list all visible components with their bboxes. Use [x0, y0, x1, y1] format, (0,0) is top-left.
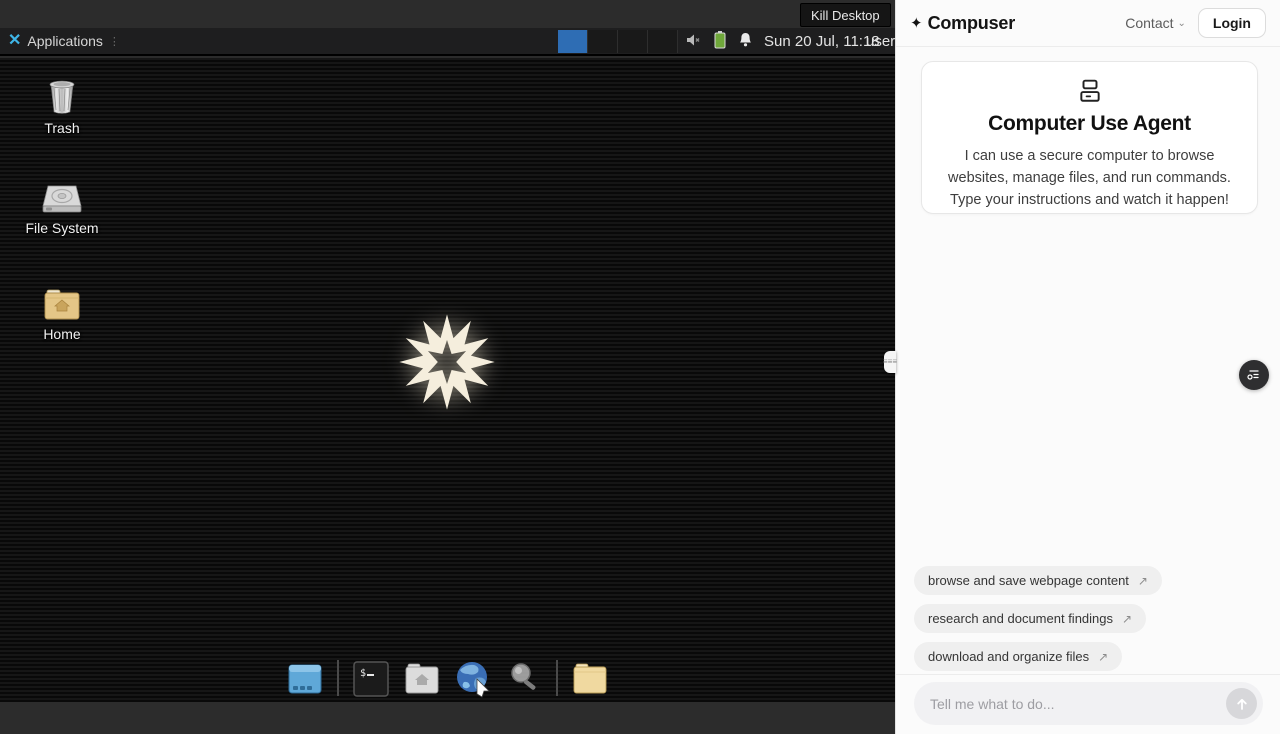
dock-home-file-manager-icon[interactable] — [401, 658, 443, 700]
home-folder-icon — [0, 286, 124, 322]
svg-text:$: $ — [360, 668, 366, 679]
contact-dropdown[interactable]: Contact ⌄ — [1125, 15, 1186, 31]
desktop-background: Trash File System — [0, 58, 895, 702]
dock-window-manager-icon[interactable] — [284, 658, 326, 700]
taskbar: ✕ Applications ⋮ Sun — [0, 28, 895, 56]
external-link-arrow-icon: ↗ — [1138, 574, 1148, 588]
agent-card-description: I can use a secure computer to browse we… — [922, 146, 1257, 211]
desktop-icon-trash[interactable]: Trash — [0, 76, 124, 136]
battery-icon[interactable] — [714, 31, 726, 54]
desktop-icon-home[interactable]: Home — [0, 286, 124, 342]
computer-icon — [922, 78, 1257, 104]
input-divider — [896, 674, 1280, 675]
volume-muted-icon[interactable] — [686, 33, 702, 52]
external-link-arrow-icon: ↗ — [1122, 612, 1132, 626]
suggestion-browse-webpages[interactable]: browse and save webpage content ↗ — [914, 566, 1162, 595]
workspace-1[interactable] — [558, 30, 588, 53]
kill-desktop-tooltip: Kill Desktop — [800, 3, 891, 27]
arrow-up-icon — [1235, 697, 1249, 711]
brand-name: Compuser — [928, 13, 1015, 34]
agent-card-title: Computer Use Agent — [922, 112, 1257, 136]
letterbox-bottom — [0, 702, 895, 734]
suggestion-organize-files[interactable]: download and organize files ↗ — [914, 642, 1122, 671]
panel-header: ✦ Compuser Contact ⌄ Login — [896, 0, 1280, 47]
suggestion-label: research and document findings — [928, 611, 1113, 626]
applications-menu[interactable]: ✕ Applications ⋮ — [4, 28, 123, 54]
xfce-logo-icon: ✕ — [8, 33, 21, 49]
screen: ✕ Applications ⋮ Sun — [0, 0, 1280, 734]
desktop-star-logo — [392, 306, 502, 423]
list-icon — [1247, 368, 1261, 382]
panel-drawer-handle[interactable]: ≡≡≡ — [884, 351, 896, 373]
dock: $ — [0, 658, 895, 700]
dock-app-finder-icon[interactable] — [503, 658, 545, 700]
panel-grip-icon: ⋮ — [109, 35, 119, 48]
workspace-3[interactable] — [618, 30, 648, 53]
login-button[interactable]: Login — [1198, 8, 1266, 38]
taskbar-clock[interactable]: Sun 20 Jul, 11:18 — [764, 33, 880, 50]
dock-separator — [556, 660, 558, 696]
desktop-icon-label: Home — [0, 326, 124, 342]
trash-can-icon — [0, 76, 124, 116]
task-list-button[interactable] — [1239, 360, 1269, 390]
suggestion-research-findings[interactable]: research and document findings ↗ — [914, 604, 1146, 633]
remote-desktop-view: ✕ Applications ⋮ Sun — [0, 0, 895, 734]
desktop-icon-file-system[interactable]: File System — [0, 180, 124, 236]
brand-logo: ✦ Compuser — [910, 13, 1015, 34]
workspace-2[interactable] — [588, 30, 618, 53]
workspace-switcher — [558, 30, 678, 53]
agent-chat-panel: ✦ Compuser Contact ⌄ Login Computer Use … — [895, 0, 1280, 734]
applications-menu-label: Applications — [27, 33, 103, 49]
sparkle-icon: ✦ — [910, 14, 923, 32]
send-button[interactable] — [1226, 688, 1257, 719]
agent-intro-card: Computer Use Agent I can use a secure co… — [921, 61, 1258, 214]
dock-separator — [337, 660, 339, 696]
dock-documents-folder-icon[interactable] — [569, 658, 611, 700]
suggestion-label: browse and save webpage content — [928, 573, 1129, 588]
notifications-bell-icon[interactable] — [738, 32, 753, 53]
grip-icon: ≡≡≡ — [883, 358, 897, 366]
taskbar-status-area — [686, 32, 753, 52]
dock-terminal-icon[interactable]: $ — [350, 658, 392, 700]
chat-input-container — [914, 682, 1263, 725]
suggestion-list: browse and save webpage content ↗ resear… — [914, 566, 1162, 671]
chevron-down-icon: ⌄ — [1178, 18, 1186, 29]
chat-input[interactable] — [930, 696, 1226, 712]
desktop-icon-label: Trash — [0, 120, 124, 136]
contact-label: Contact — [1125, 15, 1173, 31]
taskbar-username: user — [866, 33, 895, 50]
hard-drive-icon — [0, 180, 124, 216]
desktop-icon-label: File System — [0, 220, 124, 236]
external-link-arrow-icon: ↗ — [1098, 650, 1108, 664]
workspace-4[interactable] — [648, 30, 678, 53]
letterbox-top — [0, 0, 895, 28]
dock-web-browser-icon[interactable] — [452, 658, 494, 700]
suggestion-label: download and organize files — [928, 649, 1089, 664]
